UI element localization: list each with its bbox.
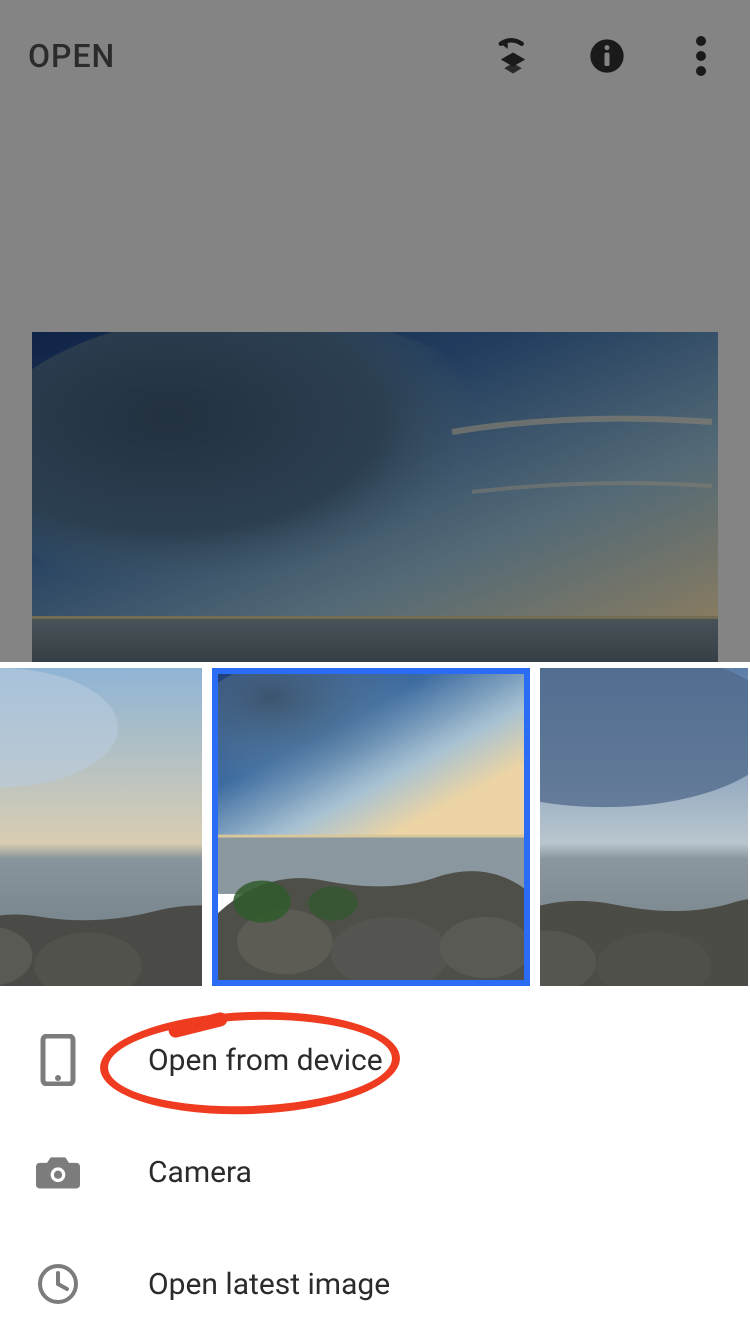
main-preview-image[interactable]: [32, 332, 718, 662]
open-latest-label: Open latest image: [148, 1267, 390, 1302]
undo-layers-icon[interactable]: [492, 35, 534, 77]
device-icon: [36, 1038, 80, 1082]
open-button[interactable]: OPEN: [28, 37, 115, 75]
thumbnail-item[interactable]: [540, 668, 748, 986]
thumbnail-item-selected[interactable]: [212, 668, 530, 986]
open-menu: Open from device Camera: [0, 992, 750, 1334]
camera-icon: [36, 1150, 80, 1194]
open-from-device-item[interactable]: Open from device: [0, 1004, 750, 1116]
thumbnail-item[interactable]: [0, 668, 202, 986]
open-latest-item[interactable]: Open latest image: [0, 1228, 750, 1334]
recent-thumbnails-row[interactable]: [0, 662, 750, 992]
top-bar: OPEN: [0, 0, 750, 112]
more-icon[interactable]: [680, 35, 722, 77]
editor-background: OPEN: [0, 0, 750, 662]
topbar-icon-group: [492, 35, 722, 77]
info-icon[interactable]: [586, 35, 628, 77]
clock-icon: [36, 1262, 80, 1306]
camera-label: Camera: [148, 1155, 252, 1190]
open-image-sheet: Open from device Camera: [0, 662, 750, 1334]
camera-item[interactable]: Camera: [0, 1116, 750, 1228]
open-from-device-label: Open from device: [148, 1043, 383, 1078]
